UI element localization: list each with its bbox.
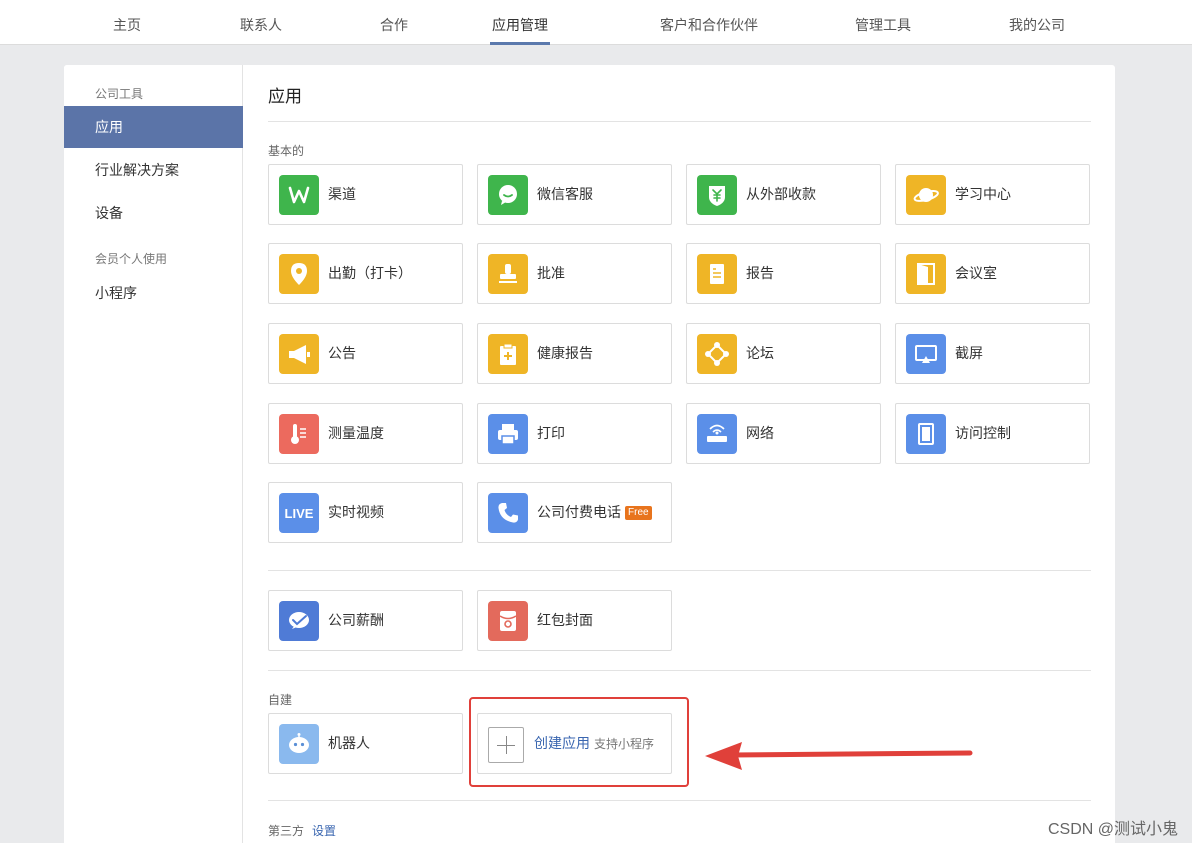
app-label: 实时视频 [328,504,384,520]
planet-icon [906,175,946,215]
free-badge: Free [625,506,652,520]
app-card-announcement[interactable]: 公告 [268,323,463,384]
sidebar-heading-personal: 会员个人使用 [95,252,168,266]
megaphone-icon [279,334,319,374]
app-label: 公告 [328,345,356,361]
red-envelope-icon [488,601,528,641]
app-card-print[interactable]: 打印 [477,403,672,464]
screen-cast-icon [906,334,946,374]
app-card-access-control[interactable]: 访问控制 [895,403,1090,464]
wechat-service-icon [488,175,528,215]
live-icon: LIVE [279,493,319,533]
phone-icon [488,493,528,533]
tab-my-company[interactable]: 我的公司 [1007,0,1067,45]
salary-icon [279,601,319,641]
tab-contacts[interactable]: 联系人 [238,0,284,45]
app-card-live-video[interactable]: LIVE 实时视频 [268,482,463,543]
divider [268,121,1091,122]
section-label-basic: 基本的 [268,144,305,158]
page-title: 应用 [268,87,302,106]
tab-app-management[interactable]: 应用管理 [490,0,550,45]
app-card-screen-cast[interactable]: 截屏 [895,323,1090,384]
divider [268,570,1091,571]
report-document-icon [697,254,737,294]
app-card-meeting-room[interactable]: 会议室 [895,243,1090,304]
app-label: 学习中心 [955,186,1011,202]
annotation-arrow-icon [705,742,973,770]
door-icon [906,254,946,294]
access-door-icon [906,414,946,454]
app-card-temperature[interactable]: 测量温度 [268,403,463,464]
app-label: 截屏 [955,345,983,361]
tab-collaboration[interactable]: 合作 [378,0,410,45]
divider [268,670,1091,671]
app-label: 访问控制 [955,425,1011,441]
app-card-company-phone[interactable]: 公司付费电话 Free [477,482,672,543]
sidebar-heading-company-tools: 公司工具 [95,87,144,101]
app-label: 红包封面 [537,612,593,628]
app-card-red-envelope-cover[interactable]: 红包封面 [477,590,672,651]
app-label: 会议室 [955,265,997,281]
sidebar-item-apps[interactable]: 应用 [64,106,243,148]
third-party-label: 第三方 [268,824,305,838]
printer-icon [488,414,528,454]
app-label: 公司付费电话 Free [537,483,652,542]
app-card-network[interactable]: 网络 [686,403,881,464]
annotation-highlight-box [469,697,689,787]
stamp-icon [488,254,528,294]
app-label: 机器人 [328,735,370,751]
section-label-custom: 自建 [268,693,293,707]
app-label: 网络 [746,425,774,441]
divider [268,800,1091,801]
app-label: 批准 [537,265,565,281]
sidebar: 公司工具 应用 行业解决方案 设备 会员个人使用 小程序 [64,65,243,843]
app-card-wechat-service[interactable]: 微信客服 [477,164,672,225]
app-card-company-salary[interactable]: 公司薪酬 [268,590,463,651]
app-label: 测量温度 [328,425,384,441]
app-label: 健康报告 [537,345,593,361]
sidebar-item-industry-solutions[interactable]: 行业解决方案 [64,149,243,191]
router-icon [697,414,737,454]
app-card-forum[interactable]: 论坛 [686,323,881,384]
forum-nodes-icon [697,334,737,374]
location-pin-icon [279,254,319,294]
health-clipboard-icon [488,334,528,374]
top-navigation: 主页 联系人 合作 应用管理 客户和合作伙伴 管理工具 我的公司 [0,0,1192,45]
app-label: 公司薪酬 [328,612,384,628]
app-label: 微信客服 [537,186,593,202]
app-card-learning-center[interactable]: 学习中心 [895,164,1090,225]
third-party-settings-link[interactable]: 设置 [312,824,336,838]
app-card-channel[interactable]: 渠道 [268,164,463,225]
tab-admin-tools[interactable]: 管理工具 [853,0,913,45]
app-label: 渠道 [328,186,356,202]
app-card-robot[interactable]: 机器人 [268,713,463,774]
yuan-shield-icon [697,175,737,215]
section-label-third-party: 第三方 设置 [268,822,336,839]
app-label: 打印 [537,425,565,441]
app-card-external-payment[interactable]: 从外部收款 [686,164,881,225]
app-card-report[interactable]: 报告 [686,243,881,304]
app-label: 报告 [746,265,774,281]
robot-icon [279,724,319,764]
tab-customers-partners[interactable]: 客户和合作伙伴 [658,0,760,45]
app-card-approval[interactable]: 批准 [477,243,672,304]
app-label: 论坛 [746,345,774,361]
app-card-attendance[interactable]: 出勤（打卡） [268,243,463,304]
channel-icon [279,175,319,215]
app-label: 从外部收款 [746,186,816,202]
thermometer-icon [279,414,319,454]
watermark: CSDN @测试小鬼 [1047,821,1178,838]
tab-home[interactable]: 主页 [111,0,143,45]
app-label-text: 公司付费电话 [537,504,621,520]
sidebar-item-mini-programs[interactable]: 小程序 [64,272,243,314]
sidebar-item-devices[interactable]: 设备 [64,192,243,234]
app-card-health-report[interactable]: 健康报告 [477,323,672,384]
app-label: 出勤（打卡） [328,265,412,281]
